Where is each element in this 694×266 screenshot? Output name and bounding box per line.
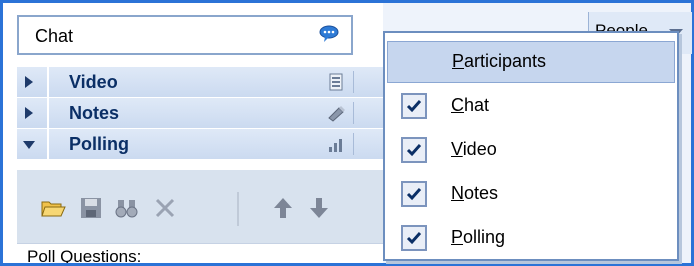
video-list-icon (327, 73, 347, 91)
polling-toolbar (17, 170, 383, 243)
save-disk-icon[interactable] (77, 194, 105, 222)
checkbox-checked-icon[interactable] (401, 137, 427, 163)
menu-item-video[interactable]: Video (387, 129, 675, 171)
menu-item-label: Video (451, 139, 497, 159)
section-notes[interactable]: Notes (17, 98, 383, 129)
chat-header[interactable]: Chat (17, 15, 353, 55)
open-folder-icon[interactable] (39, 194, 67, 222)
menu-item-chat[interactable]: Chat (387, 85, 675, 127)
menu-item-label: Participants (452, 51, 547, 71)
section-video-label: Video (69, 72, 118, 92)
menu-item-label: Notes (451, 183, 499, 203)
menu-item-polling[interactable]: Polling (387, 217, 675, 259)
section-video[interactable]: Video (17, 67, 383, 98)
arrow-up-icon[interactable] (269, 194, 297, 222)
section-notes-label: Notes (69, 103, 120, 123)
delete-x-icon[interactable] (151, 194, 179, 222)
checkbox-checked-icon[interactable] (401, 93, 427, 119)
section-polling-label: Polling (69, 134, 129, 154)
chat-bubble-icon (319, 25, 339, 43)
expand-arrow-icon[interactable] (25, 76, 33, 88)
panel-visibility-menu: Participants Chat Video Notes Polling (383, 31, 679, 261)
arrow-down-icon[interactable] (305, 194, 333, 222)
menu-item-notes[interactable]: Notes (387, 173, 675, 215)
checkbox-checked-icon[interactable] (401, 225, 427, 251)
collapse-arrow-icon[interactable] (23, 141, 35, 149)
expand-arrow-icon[interactable] (25, 107, 33, 119)
menu-item-label: Chat (451, 95, 490, 115)
menu-item-participants[interactable]: Participants (387, 41, 675, 83)
binoculars-icon[interactable] (113, 194, 141, 222)
section-polling[interactable]: Polling (17, 129, 383, 160)
poll-bars-icon (327, 135, 347, 153)
chat-label: Chat (35, 26, 74, 46)
menu-item-label: Polling (451, 227, 506, 247)
poll-questions-label: Poll Questions: (17, 243, 383, 263)
notes-pen-icon (327, 104, 347, 122)
left-panel: Chat Video Notes Polling Poll Questions: (3, 3, 383, 263)
checkbox-checked-icon[interactable] (401, 181, 427, 207)
